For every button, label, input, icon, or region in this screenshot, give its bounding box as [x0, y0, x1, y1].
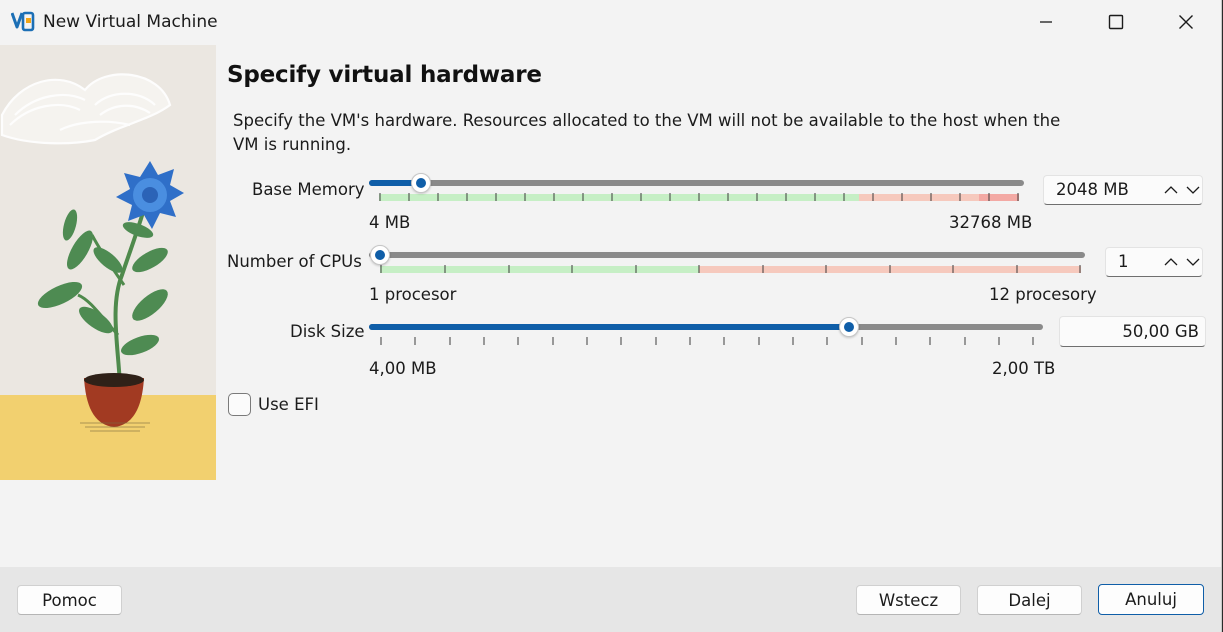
slider-thumb-dot	[375, 250, 385, 260]
base-memory-spinbox[interactable]: 2048 MB	[1043, 175, 1203, 205]
disk-size-value: 50,00 GB	[1122, 322, 1199, 341]
window-title: New Virtual Machine	[43, 12, 218, 32]
disk-size-label: Disk Size	[290, 322, 365, 341]
cpu-count-slider[interactable]	[369, 242, 1087, 278]
cpu-min-label: 1 procesor	[369, 285, 457, 304]
slider-thumb[interactable]	[411, 173, 431, 193]
slider-thumb[interactable]	[370, 245, 390, 265]
slider-track	[369, 252, 1085, 258]
virtualbox-app-icon	[11, 11, 35, 32]
next-button[interactable]: Dalej	[977, 585, 1082, 615]
title-bar[interactable]: New Virtual Machine	[0, 0, 1221, 44]
page-description: Specify the VM's hardware. Resources all…	[233, 111, 1061, 154]
back-button[interactable]: Wstecz	[856, 585, 961, 615]
cpu-ticks	[380, 265, 1081, 273]
memory-ticks	[379, 193, 1019, 201]
base-memory-value: 2048 MB	[1056, 180, 1129, 199]
slider-thumb[interactable]	[839, 317, 859, 337]
cpu-count-label: Number of CPUs	[227, 252, 362, 271]
cpu-count-spinbox[interactable]: 1	[1105, 247, 1203, 277]
maximize-button[interactable]	[1081, 0, 1151, 44]
decrement-icon[interactable]	[1185, 183, 1201, 197]
slider-thumb-dot	[416, 178, 426, 188]
increment-icon[interactable]	[1163, 255, 1179, 269]
button-bar: Pomoc Wstecz Dalej Anuluj	[0, 567, 1221, 632]
disk-ticks	[380, 337, 1034, 345]
close-icon	[1179, 15, 1193, 29]
maximize-icon	[1108, 14, 1124, 30]
memory-max-label: 32768 MB	[949, 213, 1033, 232]
disk-size-input[interactable]: 50,00 GB	[1059, 316, 1206, 347]
slider-track	[369, 180, 1024, 186]
memory-min-label: 4 MB	[369, 213, 411, 232]
decrement-icon[interactable]	[1185, 255, 1201, 269]
slider-fill	[369, 324, 849, 330]
use-efi-checkbox[interactable]	[228, 393, 251, 416]
base-memory-label: Base Memory	[252, 180, 365, 199]
disk-max-label: 2,00 TB	[992, 359, 1056, 378]
minimize-button[interactable]	[1011, 0, 1081, 44]
cancel-button[interactable]: Anuluj	[1098, 584, 1204, 615]
base-memory-slider[interactable]	[369, 170, 1025, 206]
slider-thumb-dot	[844, 322, 854, 332]
page-heading: Specify virtual hardware	[227, 62, 542, 88]
cpu-max-label: 12 procesory	[989, 285, 1097, 304]
disk-size-slider[interactable]	[369, 314, 1045, 350]
use-efi-label[interactable]: Use EFI	[258, 395, 319, 414]
disk-min-label: 4,00 MB	[369, 359, 437, 378]
minimize-icon	[1040, 21, 1052, 23]
increment-icon[interactable]	[1163, 183, 1179, 197]
wizard-illustration	[0, 45, 216, 480]
close-button[interactable]	[1151, 0, 1221, 44]
dialog-window: New Virtual Machine Specify virtual hard…	[0, 0, 1222, 632]
cpu-count-value: 1	[1118, 252, 1129, 271]
help-button[interactable]: Pomoc	[17, 585, 122, 615]
